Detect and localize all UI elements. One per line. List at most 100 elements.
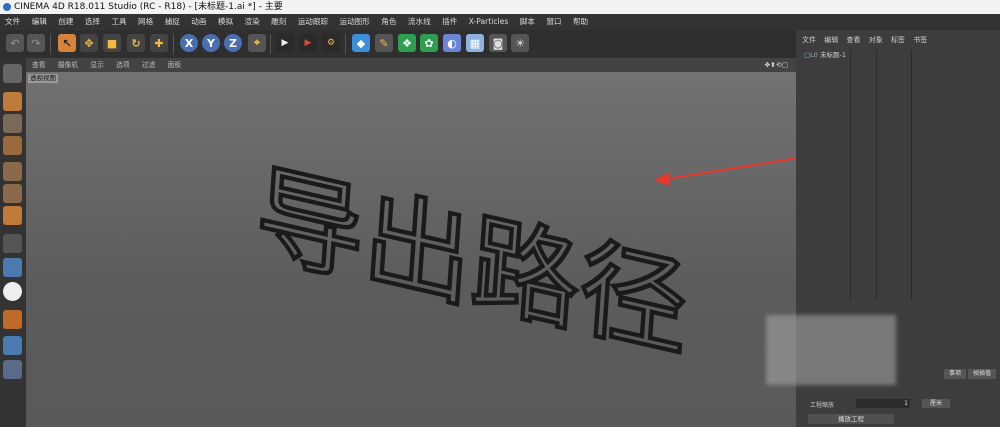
menu-snap[interactable]: 捕捉 (165, 17, 180, 26)
blurred-watermark (766, 315, 896, 385)
texture-mode-icon[interactable] (3, 114, 22, 133)
toolbar-divider (50, 34, 51, 54)
polygons-mode-icon[interactable] (3, 206, 22, 225)
lock-workplane-icon[interactable] (3, 336, 22, 355)
window-title: CINEMA 4D R18.011 Studio (RC - R18) - [未… (14, 2, 283, 12)
x-axis-lock-icon[interactable]: X (180, 34, 198, 52)
toolbar-divider (173, 34, 174, 54)
viewport-menu: 查看 摄像机 显示 选项 过滤 面板 ✥⬍⟲▢ (26, 58, 796, 72)
viewport-menu-panel[interactable]: 面板 (168, 61, 182, 69)
annotation-arrow-head (654, 172, 670, 186)
redo-icon[interactable]: ↷ (27, 34, 45, 52)
z-axis-lock-icon[interactable]: Z (224, 34, 242, 52)
menu-simulate[interactable]: 模拟 (218, 17, 233, 26)
tab-file[interactable]: 文件 (802, 36, 816, 44)
menu-pipeline[interactable]: 流水线 (408, 17, 431, 26)
menu-bar: 文件 编辑 创建 选择 工具 网格 捕捉 动画 模拟 渲染 雕刻 运动跟踪 运动… (0, 14, 1000, 30)
viewport-menu-camera[interactable]: 摄像机 (58, 61, 78, 69)
annotation-arrow-line (659, 157, 796, 181)
viewport-menu-filter[interactable]: 过滤 (142, 61, 156, 69)
object-manager-tabs: 文件 编辑 查看 对象 标签 书签 (796, 34, 1000, 46)
toolbar-divider (345, 34, 346, 54)
menu-mesh[interactable]: 网格 (138, 17, 153, 26)
menu-mograph[interactable]: 运动图形 (340, 17, 370, 26)
left-toolbar (0, 58, 26, 427)
light-icon[interactable]: ☀ (511, 34, 529, 52)
cube-primitive-icon[interactable]: ◆ (352, 34, 370, 52)
menu-character[interactable]: 角色 (381, 17, 396, 26)
viewport-canvas: 导出路径 (251, 150, 796, 374)
floor-icon[interactable]: ▦ (466, 34, 484, 52)
snap-icon[interactable] (3, 282, 22, 301)
cinema4d-logo-icon (3, 3, 11, 11)
menu-select[interactable]: 选择 (85, 17, 100, 26)
menu-edit[interactable]: 编辑 (32, 17, 47, 26)
menu-render[interactable]: 渲染 (244, 17, 259, 26)
path-outline-text: 导出路径 (252, 150, 692, 373)
edges-mode-icon[interactable] (3, 184, 22, 203)
perspective-viewport[interactable]: 透视视图 导出路径 (26, 72, 796, 427)
model-mode-icon[interactable] (3, 92, 22, 111)
null-object-icon: □L0 (804, 51, 818, 59)
menu-tools[interactable]: 工具 (111, 17, 126, 26)
rotate-icon[interactable]: ↻ (127, 34, 145, 52)
pen-spline-icon[interactable]: ✎ (375, 34, 393, 52)
column-divider (850, 50, 851, 300)
render-view-icon[interactable]: ▶ (276, 34, 294, 52)
move-icon[interactable]: ✥ (80, 34, 98, 52)
column-divider (911, 50, 912, 300)
viewport-menu-options[interactable]: 选项 (116, 61, 130, 69)
project-scale-label: 工程缩放 (810, 402, 835, 409)
make-editable-icon[interactable] (3, 64, 22, 83)
toolbar-divider (270, 34, 271, 54)
object-name: 未标题-1 (819, 51, 846, 59)
tab-tags[interactable]: 标签 (891, 36, 905, 44)
menu-help[interactable]: 帮助 (573, 17, 588, 26)
menu-create[interactable]: 创建 (58, 17, 73, 26)
menu-file[interactable]: 文件 (5, 17, 20, 26)
events-button[interactable]: 事项 (944, 369, 966, 379)
menu-motion-tracking[interactable]: 运动跟踪 (298, 17, 328, 26)
magnet-icon[interactable] (3, 310, 22, 329)
camera-icon[interactable]: ◙ (489, 34, 507, 52)
spline-text-group: 导出路径 (251, 150, 692, 374)
coordinate-system-icon[interactable]: ⌖ (248, 34, 266, 52)
viewport-nav-icons[interactable]: ✥⬍⟲▢ (764, 58, 788, 72)
add-icon[interactable]: ✚ (150, 34, 168, 52)
menu-script[interactable]: 脚本 (520, 17, 535, 26)
menu-sculpt[interactable]: 雕刻 (271, 17, 286, 26)
select-cursor-icon[interactable]: ↖ (58, 34, 76, 52)
undo-icon[interactable]: ↶ (6, 34, 24, 52)
project-scale-input[interactable]: 1 (856, 399, 910, 408)
tab-view[interactable]: 查看 (846, 36, 860, 44)
main-toolbar: ↶ ↷ ↖ ✥ ■ ↻ ✚ X Y Z ⌖ ▶ ▶ ⚙ ◆ ✎ ❖ ✿ ◐ ▦ … (0, 30, 800, 58)
menu-plugins[interactable]: 插件 (442, 17, 457, 26)
tweak-mode-icon[interactable] (3, 258, 22, 277)
axis-mode-icon[interactable] (3, 234, 22, 253)
tab-object[interactable]: 对象 (869, 36, 883, 44)
y-axis-lock-icon[interactable]: Y (202, 34, 220, 52)
menu-window[interactable]: 窗口 (546, 17, 561, 26)
viewport-menu-view[interactable]: 查看 (32, 61, 46, 69)
unit-select[interactable]: 厘米 (922, 399, 950, 408)
render-to-picture-viewer-icon[interactable]: ▶ (299, 34, 317, 52)
viewport-menu-display[interactable]: 显示 (90, 61, 104, 69)
frame-interpolation-button[interactable]: 帧插值 (968, 369, 996, 379)
object-list-item[interactable]: □L0 未标题-1 (804, 50, 994, 60)
deformer-icon[interactable]: ◐ (443, 34, 461, 52)
planar-workplane-icon[interactable] (3, 360, 22, 379)
title-bar: CINEMA 4D R18.011 Studio (RC - R18) - [未… (0, 0, 1000, 14)
column-divider (876, 50, 877, 300)
render-settings-icon[interactable]: ⚙ (322, 34, 340, 52)
cloner-icon[interactable]: ✿ (420, 34, 438, 52)
subdivision-surface-icon[interactable]: ❖ (398, 34, 416, 52)
play-project-button[interactable]: 播放工程 (808, 414, 894, 424)
points-mode-icon[interactable] (3, 162, 22, 181)
workplane-mode-icon[interactable] (3, 136, 22, 155)
scale-icon[interactable]: ■ (103, 34, 121, 52)
object-manager-panel: 文件 编辑 查看 对象 标签 书签 □L0 未标题-1 事项 帧插值 工程缩放 … (766, 30, 1000, 427)
tab-bookmarks[interactable]: 书签 (913, 36, 927, 44)
menu-animate[interactable]: 动画 (191, 17, 206, 26)
menu-x-particles[interactable]: X-Particles (469, 17, 509, 26)
tab-edit[interactable]: 编辑 (824, 36, 838, 44)
